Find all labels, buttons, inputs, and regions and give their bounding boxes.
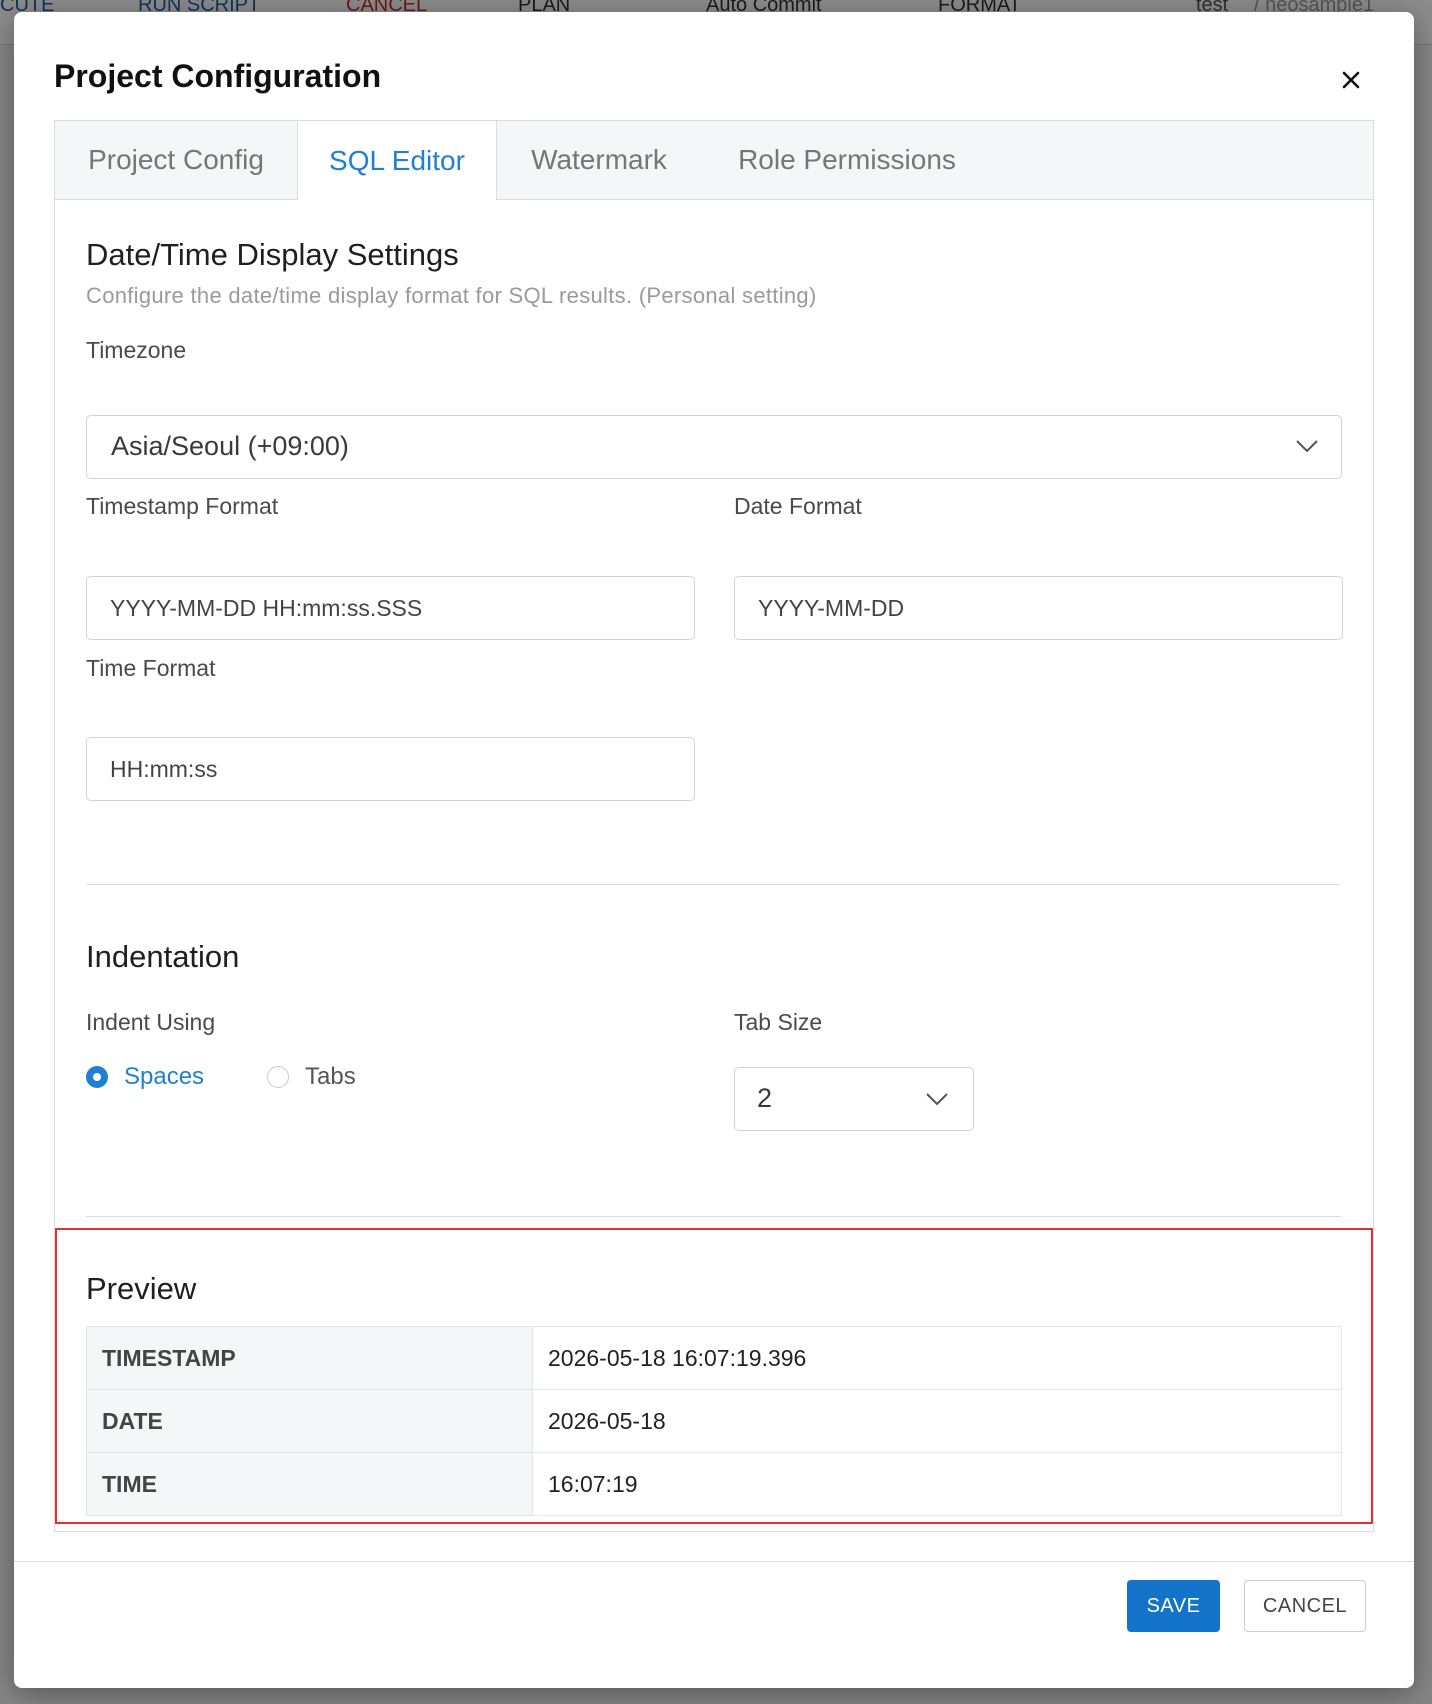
timezone-label: Timezone xyxy=(86,337,187,363)
timestamp-format-field[interactable] xyxy=(86,576,695,640)
project-configuration-dialog: Project Configuration Project Config SQL… xyxy=(14,12,1414,1688)
timezone-value: Asia/Seoul (+09:00) xyxy=(111,431,349,461)
date-format-field[interactable] xyxy=(734,576,1343,640)
chevron-down-icon xyxy=(1296,440,1318,453)
date-format-label: Date Format xyxy=(734,493,862,519)
tab-project-config[interactable]: Project Config xyxy=(55,121,297,199)
preview-value: 2026-05-18 16:07:19.396 xyxy=(532,1326,1342,1390)
timezone-select[interactable]: Asia/Seoul (+09:00) xyxy=(86,415,1342,479)
radio-tabs-label: Tabs xyxy=(305,1063,356,1090)
tab-role-permissions[interactable]: Role Permissions xyxy=(702,121,992,199)
time-format-input[interactable] xyxy=(87,738,694,800)
indentation-section-title: Indentation xyxy=(86,939,240,974)
tab-content-panel: Project Config SQL Editor Watermark Role… xyxy=(54,120,1374,1532)
section-divider xyxy=(86,1216,1341,1217)
close-icon xyxy=(1342,71,1360,89)
preview-section-title: Preview xyxy=(86,1271,197,1306)
preview-key: TIMESTAMP xyxy=(86,1326,533,1390)
preview-key: DATE xyxy=(86,1389,533,1453)
save-button[interactable]: SAVE xyxy=(1127,1580,1220,1632)
time-format-field[interactable] xyxy=(86,737,695,801)
preview-value: 16:07:19 xyxy=(532,1452,1342,1516)
date-format-input[interactable] xyxy=(735,577,1342,639)
table-row: TIME 16:07:19 xyxy=(86,1452,1342,1516)
table-row: DATE 2026-05-18 xyxy=(86,1389,1342,1453)
radio-tabs[interactable]: Tabs xyxy=(267,1063,356,1091)
table-row: TIMESTAMP 2026-05-18 16:07:19.396 xyxy=(86,1326,1342,1390)
preview-table: TIMESTAMP 2026-05-18 16:07:19.396 DATE 2… xyxy=(86,1326,1342,1516)
close-button[interactable] xyxy=(1331,60,1371,100)
radio-spaces[interactable]: Spaces xyxy=(86,1063,204,1091)
dialog-title: Project Configuration xyxy=(54,58,382,94)
preview-value: 2026-05-18 xyxy=(532,1389,1342,1453)
tab-size-label: Tab Size xyxy=(734,1009,823,1035)
timestamp-format-label: Timestamp Format xyxy=(86,493,279,519)
chevron-down-icon xyxy=(926,1093,948,1106)
time-format-label: Time Format xyxy=(86,655,216,681)
radio-selected-icon xyxy=(86,1066,108,1088)
indent-using-label: Indent Using xyxy=(86,1009,216,1035)
datetime-section-title: Date/Time Display Settings xyxy=(86,237,459,272)
radio-spaces-label: Spaces xyxy=(124,1063,205,1090)
tab-watermark[interactable]: Watermark xyxy=(496,121,702,199)
footer-divider xyxy=(14,1561,1414,1562)
tab-sql-editor[interactable]: SQL Editor xyxy=(297,121,497,200)
preview-key: TIME xyxy=(86,1452,533,1516)
tab-size-value: 2 xyxy=(757,1083,773,1113)
tab-bar: Project Config SQL Editor Watermark Role… xyxy=(55,121,1373,200)
datetime-section-description: Configure the date/time display format f… xyxy=(86,283,817,308)
cancel-button[interactable]: CANCEL xyxy=(1244,1580,1366,1632)
tab-size-select[interactable]: 2 xyxy=(734,1067,974,1131)
section-divider xyxy=(86,884,1341,885)
timestamp-format-input[interactable] xyxy=(87,577,694,639)
radio-unselected-icon xyxy=(267,1066,289,1088)
